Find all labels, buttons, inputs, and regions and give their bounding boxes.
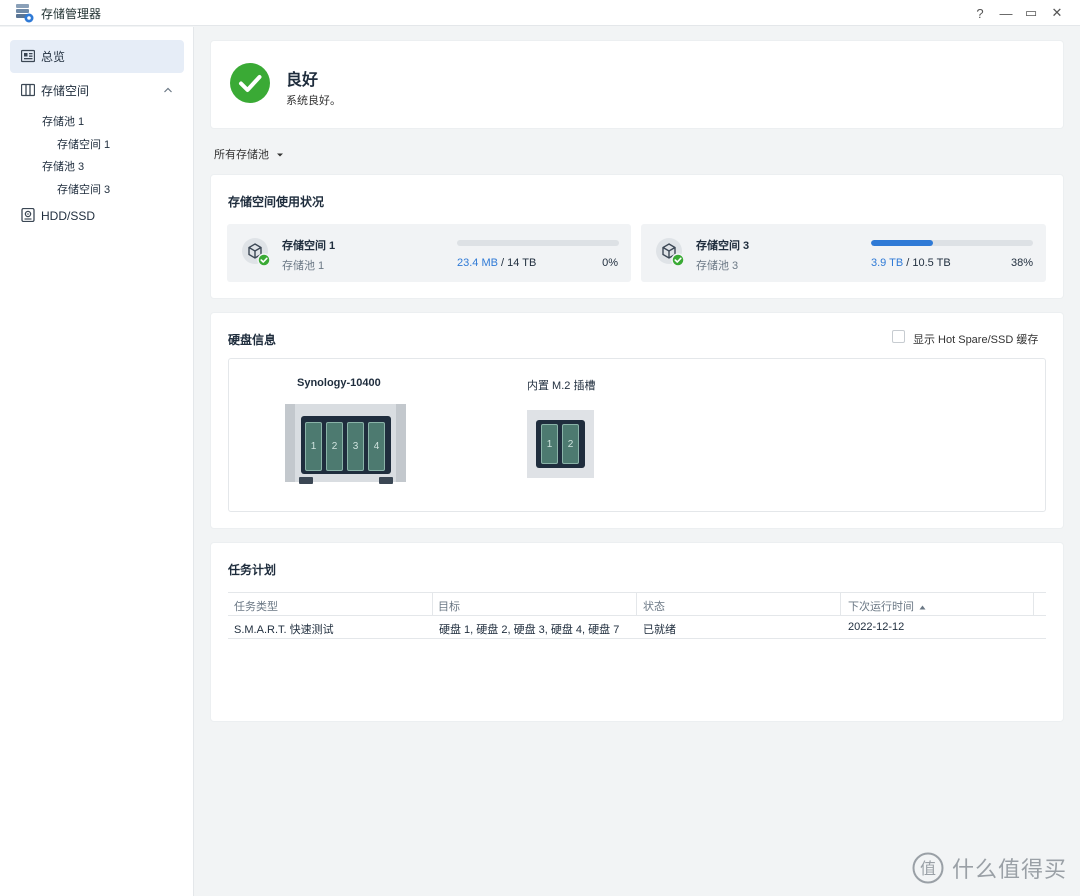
caret-down-icon: [277, 153, 284, 157]
storage-manager-app-icon: [16, 4, 34, 23]
bay-2[interactable]: 2: [326, 422, 343, 471]
nas-chassis[interactable]: 1 2 3 4: [285, 403, 407, 485]
status-ok-icon: [230, 63, 270, 103]
bay-4[interactable]: 4: [368, 422, 385, 471]
column-header-type[interactable]: 任务类型: [234, 598, 278, 614]
volume-pool: 存储池 1: [282, 260, 325, 272]
m2-slot-panel[interactable]: 1 2: [527, 410, 594, 478]
show-hotspare-label[interactable]: 显示 Hot Spare/SSD 缓存: [913, 331, 1038, 347]
task-type-cell: S.M.A.R.T. 快速测试: [234, 624, 334, 636]
usage-percent: 38%: [1010, 257, 1033, 269]
m2-slot-1[interactable]: 1: [541, 424, 558, 464]
volume-card-3[interactable]: 存储空间 3 存储池 3 3.9 TB / 10.5 TB 38%: [641, 224, 1046, 282]
sidebar-item-label: 存储空间: [41, 84, 90, 98]
watermark-logo-char: 值: [920, 859, 936, 878]
bay-3[interactable]: 3: [347, 422, 364, 471]
total-capacity: 14 TB: [507, 257, 537, 269]
usage-bar: [457, 240, 619, 246]
task-schedule-heading: 任务计划: [228, 563, 277, 577]
total-capacity: 10.5 TB: [912, 257, 951, 269]
m2-slot-number: 1: [546, 438, 553, 450]
bay-label: 1: [310, 441, 317, 452]
watermark-logo: 值: [912, 852, 944, 884]
column-divider[interactable]: [432, 593, 433, 615]
volume-card-1[interactable]: 存储空间 1 存储池 1 23.4 MB / 14 TB 0%: [227, 224, 631, 282]
nas-model-name: Synology-10400: [297, 377, 381, 389]
watermark-text: 什么值得买: [952, 857, 1068, 882]
sidebar-item-pool-1[interactable]: 存储池 1: [42, 113, 84, 129]
bay-1[interactable]: 1: [305, 422, 322, 471]
disk-info-heading: 硬盘信息: [228, 333, 277, 347]
task-status-cell: 已就绪: [643, 624, 676, 636]
column-header-next-run-label: 下次运行时间: [848, 601, 914, 613]
sidebar-item-label: HDD/SSD: [41, 208, 96, 223]
help-button[interactable]: ?: [970, 3, 990, 23]
table-row[interactable]: S.M.A.R.T. 快速测试 硬盘 1, 硬盘 2, 硬盘 3, 硬盘 4, …: [228, 616, 1046, 639]
sidebar: 总览 存储空间 存储池 1 存储空间 1 存储池 3 存储空间 3 HDD/SS…: [0, 27, 194, 896]
sidebar-item-volume-1[interactable]: 存储空间 1: [57, 136, 110, 152]
hdd-icon: [21, 208, 35, 222]
column-divider[interactable]: [840, 593, 841, 615]
storage-icon: [21, 83, 35, 97]
volume-name: 存储空间 3: [696, 240, 750, 252]
bay-label: 3: [352, 441, 359, 452]
task-next-run-cell: 2022-12-12: [848, 621, 905, 633]
m2-slot-label: 内置 M.2 插槽: [527, 380, 596, 392]
m2-slot-2[interactable]: 2: [562, 424, 579, 464]
capacity-separator: /: [903, 257, 913, 269]
window-title: 存储管理器: [41, 7, 102, 21]
column-header-next-run[interactable]: 下次运行时间: [848, 598, 926, 614]
column-header-target[interactable]: 目标: [438, 598, 460, 614]
capacity-separator: /: [497, 257, 508, 269]
overview-icon: [21, 49, 35, 63]
title-bar: 存储管理器 ? — ▭ ✕: [0, 0, 1080, 26]
status-card: [211, 41, 1063, 128]
sidebar-item-volume-3[interactable]: 存储空间 3: [57, 181, 110, 197]
close-button[interactable]: ✕: [1047, 3, 1067, 23]
pool-filter-label: 所有存储池: [214, 149, 269, 161]
watermark: 值 什么值得买: [912, 852, 1067, 884]
pool-filter-dropdown[interactable]: 所有存储池: [214, 146, 284, 162]
column-divider[interactable]: [636, 593, 637, 615]
usage-bar-fill: [871, 240, 933, 246]
status-title: 良好: [286, 72, 319, 89]
usage-percent: 0%: [602, 257, 618, 269]
usage-bar: [871, 240, 1033, 246]
volume-name: 存储空间 1: [282, 240, 336, 252]
volume-pool: 存储池 3: [696, 260, 739, 272]
sidebar-item-overview[interactable]: 总览: [10, 40, 184, 73]
sidebar-item-storage[interactable]: 存储空间: [10, 74, 184, 107]
used-capacity: 3.9 TB: [871, 257, 904, 269]
task-table-header: 任务类型 目标 状态 下次运行时间: [228, 592, 1046, 616]
bay-label: 4: [373, 441, 380, 452]
column-header-status[interactable]: 状态: [643, 598, 665, 614]
volume-usage-text: 3.9 TB / 10.5 TB: [871, 257, 951, 269]
volume-icon: [242, 238, 271, 267]
m2-slot-number: 2: [567, 438, 574, 450]
chevron-up-icon[interactable]: [163, 85, 173, 95]
volume-icon: [656, 238, 685, 267]
maximize-button[interactable]: ▭: [1021, 3, 1041, 23]
used-capacity: 23.4 MB: [457, 257, 498, 269]
volume-usage-text: 23.4 MB / 14 TB: [457, 257, 536, 269]
sort-ascending-icon: [919, 605, 926, 610]
nas-chassis-icon: [285, 404, 406, 484]
sidebar-item-pool-3[interactable]: 存储池 3: [42, 158, 84, 174]
sidebar-item-hdd-ssd[interactable]: HDD/SSD: [10, 199, 184, 232]
sidebar-item-label: 总览: [41, 50, 66, 64]
column-divider[interactable]: [1033, 593, 1034, 615]
minimize-button[interactable]: —: [996, 3, 1016, 23]
task-target-cell: 硬盘 1, 硬盘 2, 硬盘 3, 硬盘 4, 硬盘 7: [439, 624, 620, 636]
show-hotspare-checkbox[interactable]: [892, 330, 905, 343]
usage-heading: 存储空间使用状况: [228, 195, 325, 209]
status-subtitle: 系统良好。: [286, 95, 341, 107]
bay-label: 2: [331, 441, 338, 452]
